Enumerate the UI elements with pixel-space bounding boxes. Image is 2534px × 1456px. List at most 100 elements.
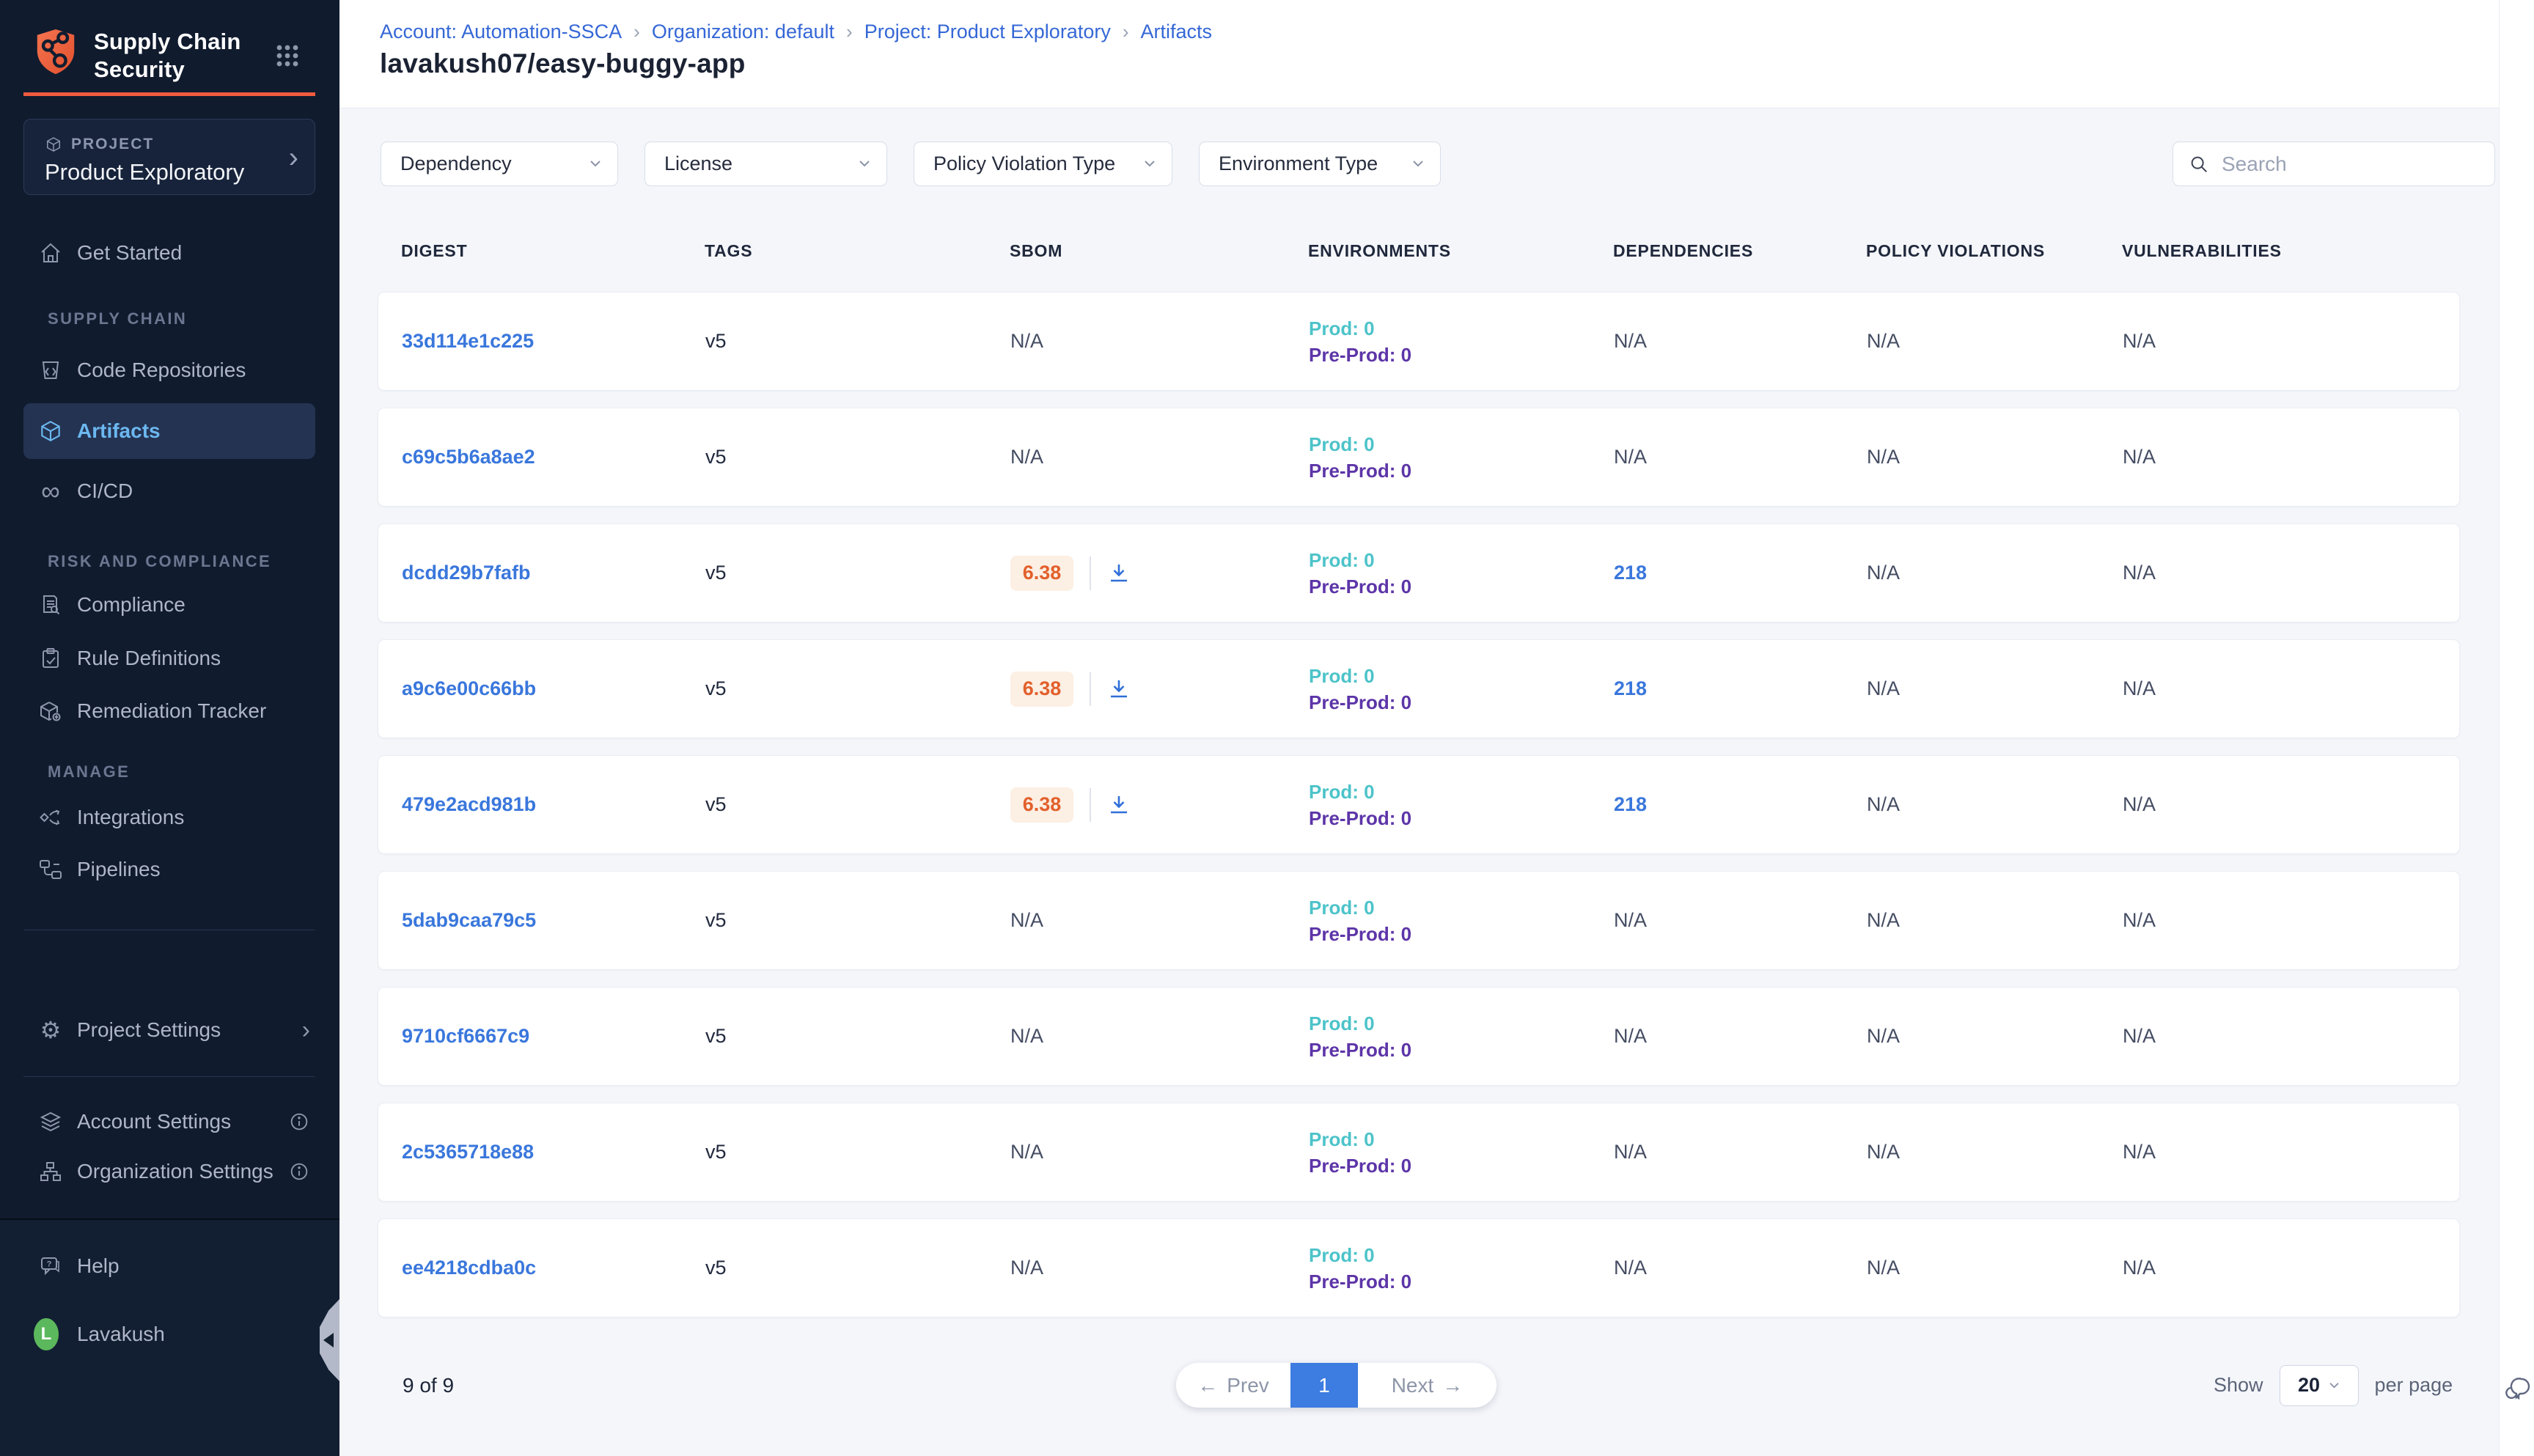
sidebar-item-rule-definitions[interactable]: Rule Definitions [0, 638, 339, 679]
chevron-down-icon [590, 160, 601, 168]
table-row[interactable]: a9c6e00c66bb v5 6.38 6.38 Prod: 0 Pre-Pr… [378, 639, 2460, 738]
svg-text:?: ? [47, 1260, 52, 1269]
sidebar-item-organization-settings[interactable]: Organization Settings [0, 1151, 339, 1192]
table-row[interactable]: 2c5365718e88 v5 N/A N/A Prod: 0 Pre-Prod… [378, 1103, 2460, 1202]
table-row[interactable]: 5dab9caa79c5 v5 N/A N/A Prod: 0 Pre-Prod… [378, 871, 2460, 970]
sbom-na-value: N/A [1010, 446, 1043, 468]
sbom-cell: 6.38 6.38 [1010, 787, 1309, 823]
page-1-button[interactable]: 1 [1290, 1363, 1358, 1408]
dependencies-value[interactable]: N/A [1614, 1141, 1647, 1163]
dependencies-value[interactable]: N/A [1614, 330, 1647, 352]
table-body: 33d114e1c225 v5 N/A N/A Prod: 0 Pre-Prod… [378, 292, 2460, 1317]
project-selector[interactable]: PROJECT Product Exploratory › [23, 119, 315, 195]
sidebar-item-artifacts[interactable]: Artifacts [0, 411, 339, 452]
sbom-cell: N/A N/A [1010, 1141, 1309, 1163]
help-chat-icon: ? [38, 1254, 63, 1279]
download-sbom-icon[interactable] [1107, 562, 1131, 585]
environments-cell: Prod: 0 Pre-Prod: 0 [1309, 1126, 1614, 1179]
result-count: 9 of 9 [403, 1363, 454, 1408]
user-menu[interactable]: L Lavakush [0, 1314, 339, 1355]
show-label: Show [2214, 1374, 2263, 1397]
prev-page-button[interactable]: ← Prev [1176, 1363, 1290, 1408]
breadcrumb-account[interactable]: Account: Automation-SSCA [380, 21, 622, 43]
tag-value: v5 [705, 793, 727, 815]
dependencies-value[interactable]: 218 [1614, 677, 1647, 699]
policy-violation-type-filter-dropdown[interactable]: Policy Violation Type [914, 141, 1172, 186]
info-icon[interactable] [288, 1161, 310, 1183]
table-row[interactable]: 33d114e1c225 v5 N/A N/A Prod: 0 Pre-Prod… [378, 292, 2460, 391]
sidebar-item-integrations[interactable]: Integrations [0, 797, 339, 838]
breadcrumb-project[interactable]: Project: Product Exploratory [864, 21, 1111, 43]
dependency-filter-dropdown[interactable]: Dependency [381, 141, 618, 186]
sidebar-item-pipelines[interactable]: Pipelines [0, 849, 339, 890]
col-vulnerabilities: VULNERABILITIES [2122, 241, 2460, 261]
sidebar-item-cicd[interactable]: ∞ CI/CD [0, 471, 339, 512]
digest-link[interactable]: 479e2acd981b [402, 793, 536, 815]
preprod-count: Pre-Prod: 0 [1309, 805, 1614, 831]
next-page-button[interactable]: Next → [1358, 1363, 1496, 1408]
digest-link[interactable]: 2c5365718e88 [402, 1141, 534, 1163]
digest-link[interactable]: ee4218cdba0c [402, 1257, 536, 1279]
download-sbom-icon[interactable] [1107, 677, 1131, 701]
download-sbom-icon[interactable] [1107, 793, 1131, 817]
sidebar-item-get-started[interactable]: Get Started [0, 232, 339, 273]
page-size-select[interactable]: 20 [2280, 1365, 2359, 1406]
search-icon [2188, 153, 2210, 175]
sidebar-item-project-settings[interactable]: ⚙ Project Settings › [0, 1010, 339, 1051]
search-input[interactable] [2222, 152, 2471, 176]
artifacts-table: DIGEST TAGS SBOM ENVIRONMENTS DEPENDENCI… [378, 239, 2460, 1334]
vulnerabilities-value: N/A [2123, 793, 2156, 815]
digest-link[interactable]: 33d114e1c225 [402, 330, 534, 352]
table-row[interactable]: c69c5b6a8ae2 v5 N/A N/A Prod: 0 Pre-Prod… [378, 408, 2460, 507]
document-search-icon [38, 592, 63, 617]
digest-link[interactable]: dcdd29b7fafb [402, 562, 531, 584]
sbom-na-value: N/A [1010, 330, 1043, 353]
policy-violations-value: N/A [1867, 793, 1900, 815]
info-icon[interactable] [288, 1111, 310, 1133]
sidebar-item-account-settings[interactable]: Account Settings [0, 1101, 339, 1142]
sbom-divider [1090, 672, 1091, 706]
dependencies-value[interactable]: N/A [1614, 1257, 1647, 1279]
avatar: L [34, 1322, 59, 1347]
table-row[interactable]: 479e2acd981b v5 6.38 6.38 Prod: 0 Pre-Pr… [378, 755, 2460, 854]
policy-violations-value: N/A [1867, 677, 1900, 699]
collapse-arrow-icon [323, 1333, 334, 1347]
table-row[interactable]: 9710cf6667c9 v5 N/A N/A Prod: 0 Pre-Prod… [378, 987, 2460, 1086]
digest-link[interactable]: a9c6e00c66bb [402, 677, 536, 699]
sidebar-item-remediation-tracker[interactable]: Remediation Tracker [0, 691, 339, 732]
breadcrumb-separator: › [1123, 21, 1129, 43]
dependencies-value[interactable]: N/A [1614, 1025, 1647, 1047]
environments-cell: Prod: 0 Pre-Prod: 0 [1309, 894, 1614, 947]
table-row[interactable]: dcdd29b7fafb v5 6.38 6.38 Prod: 0 Pre-Pr… [378, 523, 2460, 622]
breadcrumb-artifacts[interactable]: Artifacts [1141, 21, 1213, 43]
sidebar-item-code-repositories[interactable]: Code Repositories [0, 350, 339, 391]
integrations-icon [38, 805, 63, 830]
dependencies-value[interactable]: N/A [1614, 446, 1647, 468]
license-filter-dropdown[interactable]: License [644, 141, 887, 186]
breadcrumb-organization[interactable]: Organization: default [652, 21, 834, 43]
chat-support-icon[interactable] [2500, 1372, 2534, 1406]
policy-violations-value: N/A [1867, 446, 1900, 468]
sbom-score-badge: 6.38 [1010, 672, 1073, 707]
environments-cell: Prod: 0 Pre-Prod: 0 [1309, 779, 1614, 831]
digest-link[interactable]: 9710cf6667c9 [402, 1025, 529, 1047]
environment-type-filter-dropdown[interactable]: Environment Type [1199, 141, 1441, 186]
table-row[interactable]: ee4218cdba0c v5 N/A N/A Prod: 0 Pre-Prod… [378, 1218, 2460, 1317]
apps-grid-icon[interactable] [276, 44, 299, 67]
per-page-label: per page [2375, 1374, 2453, 1397]
policy-violations-value: N/A [1867, 562, 1900, 584]
digest-link[interactable]: c69c5b6a8ae2 [402, 446, 535, 468]
dependencies-value[interactable]: 218 [1614, 562, 1647, 584]
prod-count: Prod: 0 [1309, 894, 1614, 921]
infinity-icon: ∞ [38, 479, 63, 504]
sidebar-item-compliance[interactable]: Compliance [0, 584, 339, 625]
breadcrumb: Account: Automation-SSCA › Organization:… [380, 21, 1212, 43]
sidebar-item-help[interactable]: ? Help [0, 1246, 339, 1287]
dependencies-value[interactable]: N/A [1614, 909, 1647, 931]
vulnerabilities-value: N/A [2123, 446, 2156, 468]
digest-link[interactable]: 5dab9caa79c5 [402, 909, 536, 931]
dependencies-value[interactable]: 218 [1614, 793, 1647, 815]
environments-cell: Prod: 0 Pre-Prod: 0 [1309, 663, 1614, 716]
preprod-count: Pre-Prod: 0 [1309, 1152, 1614, 1179]
preprod-count: Pre-Prod: 0 [1309, 1268, 1614, 1295]
